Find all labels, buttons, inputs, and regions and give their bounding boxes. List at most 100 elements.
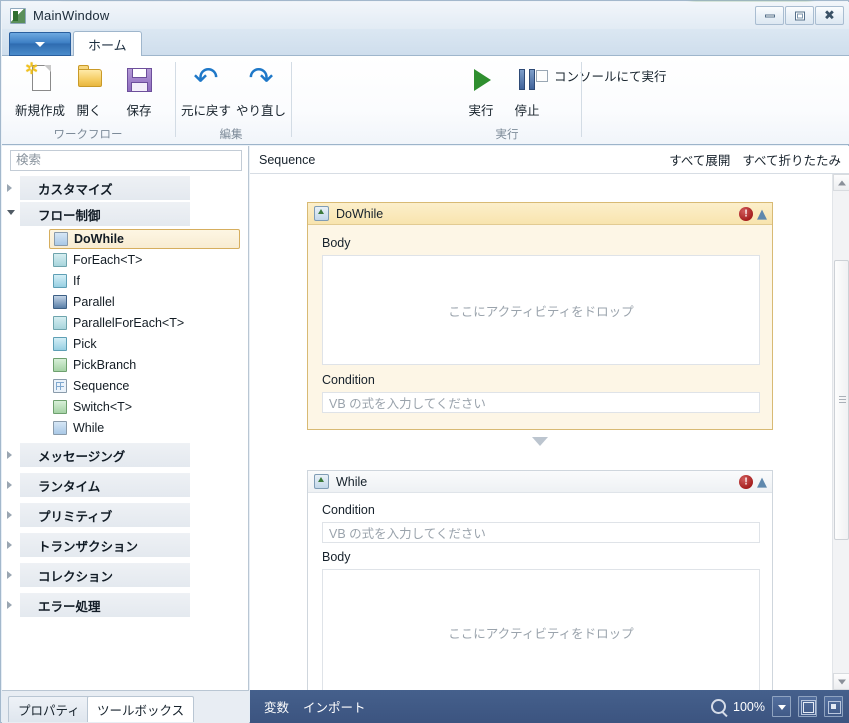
ribbon-group-workflow: ✲ 新規作成 開く 保存 ワークフロー <box>8 56 176 145</box>
tab-home-label: ホーム <box>88 37 127 53</box>
toolbox-category-error-handling[interactable]: エラー処理 <box>7 593 190 617</box>
triangle-down-icon <box>837 679 846 684</box>
activity-dowhile-header[interactable]: DoWhile ▲ <box>308 203 772 225</box>
activity-dowhile-body-dropzone[interactable]: ここにアクティビティをドロップ <box>322 255 760 365</box>
imports-button[interactable]: インポート <box>303 697 366 716</box>
toolbox-item-label: DoWhile <box>74 232 124 246</box>
sequence-icon <box>53 378 67 393</box>
activity-while[interactable]: While ▲ Condition VB の式を入力してください Body <box>307 470 773 690</box>
toolbox-panel: 検索 カスタマイズ フロー制御 DoWhile ForEach<T> If Pa… <box>2 146 249 690</box>
toolbox-category-label: トランザクション <box>38 539 139 554</box>
activity-while-title: While <box>336 474 368 489</box>
toolbox-category-messaging[interactable]: メッセージング <box>7 443 190 467</box>
toolbox-item-parallel[interactable]: Parallel <box>49 291 240 312</box>
activity-while-body-dropzone[interactable]: ここにアクティビティをドロップ <box>322 569 760 690</box>
toolbox-item-parallel-foreach[interactable]: ParallelForEach<T> <box>49 312 240 333</box>
activity-dowhile[interactable]: DoWhile ▲ Body ここにアクティビティをドロップ Condition <box>307 202 773 430</box>
window-title: MainWindow <box>33 8 110 23</box>
toolbox-item-foreach[interactable]: ForEach<T> <box>49 249 240 270</box>
tab-toolbox-label: ツールボックス <box>97 704 185 718</box>
chevron-right-icon <box>7 601 12 609</box>
run-button[interactable]: 実行 <box>458 62 504 124</box>
chevron-up-icon[interactable]: ▲ <box>757 476 767 489</box>
new-button[interactable]: ✲ 新規作成 <box>12 62 68 124</box>
expand-all-link[interactable]: すべて展開 <box>669 150 730 169</box>
tab-toolbox[interactable]: ツールボックス <box>87 696 195 722</box>
chevron-right-icon <box>7 481 12 489</box>
parallel-foreach-icon <box>53 315 67 330</box>
toolbox-category-flow-control[interactable]: フロー制御 <box>7 202 190 226</box>
collapse-all-link[interactable]: すべて折りたたみ <box>742 150 841 169</box>
scroll-down-button[interactable] <box>833 673 849 690</box>
activity-dowhile-condition-input[interactable]: VB の式を入力してください <box>322 392 760 413</box>
toolbox-item-dowhile[interactable]: DoWhile <box>49 229 240 249</box>
redo-button[interactable]: ↶ やり直し <box>232 61 290 124</box>
toolbox-item-label: ParallelForEach<T> <box>73 315 185 330</box>
toolbox-item-pick[interactable]: Pick <box>49 333 240 354</box>
activity-dowhile-body-label: Body <box>322 236 351 250</box>
chevron-right-icon <box>7 571 12 579</box>
open-button[interactable]: 開く <box>66 62 112 124</box>
ribbon-group-workflow-label: ワークフロー <box>53 129 123 141</box>
close-button[interactable]: ✖ <box>815 6 844 25</box>
ribbon-body: ✲ 新規作成 開く 保存 ワークフロー ↶ 元に戻す ↶ やり直し 編集 実行 … <box>2 56 849 145</box>
ribbon-group-edit-label: 編集 <box>219 129 243 141</box>
toolbox-category-collection[interactable]: コレクション <box>7 563 190 587</box>
dropzone-placeholder: ここにアクティビティをドロップ <box>448 627 634 641</box>
toolbox-item-if[interactable]: If <box>49 270 240 291</box>
activity-while-condition-input[interactable]: VB の式を入力してください <box>322 522 760 543</box>
ribbon-group-run: 実行 停止 コンソールにて実行 実行 <box>292 56 692 145</box>
while-icon <box>53 420 67 435</box>
app-menu-button[interactable] <box>9 32 71 56</box>
chevron-down-icon <box>777 704 786 710</box>
sequence-flow-arrow-icon <box>532 437 548 446</box>
scroll-up-button[interactable] <box>833 174 849 191</box>
toolbox-item-label: If <box>73 273 80 288</box>
stop-button-label: 停止 <box>514 104 540 118</box>
toolbox-category-label: ランタイム <box>38 479 101 494</box>
save-button[interactable]: 保存 <box>116 62 162 124</box>
activity-while-header[interactable]: While ▲ <box>308 471 772 493</box>
search-input[interactable]: 検索 <box>10 150 242 171</box>
minimize-button[interactable] <box>755 6 784 25</box>
console-run-checkbox[interactable]: コンソールにて実行 <box>536 66 667 85</box>
toolbox-category-runtime[interactable]: ランタイム <box>7 473 190 497</box>
designer-canvas[interactable]: DoWhile ▲ Body ここにアクティビティをドロップ Condition <box>250 174 832 690</box>
undo-button[interactable]: ↶ 元に戻す <box>178 62 234 124</box>
toolbox-category-transaction[interactable]: トランザクション <box>7 533 190 557</box>
new-file-icon: ✲ <box>23 62 57 97</box>
undo-button-label: 元に戻す <box>180 104 231 118</box>
scrollbar-thumb[interactable] <box>834 260 849 540</box>
actual-size-button[interactable] <box>824 696 843 717</box>
toolbox-item-sequence[interactable]: Sequence <box>49 375 240 396</box>
error-badge[interactable] <box>739 207 753 221</box>
save-button-label: 保存 <box>126 104 152 118</box>
toolbox-category-label: メッセージング <box>38 449 126 464</box>
tab-properties[interactable]: プロパティ <box>8 696 90 722</box>
variables-button[interactable]: 変数 <box>264 697 289 716</box>
window-controls: ✖ <box>754 6 844 25</box>
chevron-up-icon[interactable]: ▲ <box>757 208 767 221</box>
title-bar: MainWindow ✖ <box>2 2 849 29</box>
toolbox-items-flow-control: DoWhile ForEach<T> If Parallel ParallelF… <box>2 229 248 438</box>
toolbox-category-customize[interactable]: カスタマイズ <box>7 176 190 200</box>
fit-to-screen-button[interactable] <box>798 696 817 717</box>
toolbox-category-label: カスタマイズ <box>38 182 113 197</box>
run-button-label: 実行 <box>468 104 494 118</box>
toolbox-item-while[interactable]: While <box>49 417 240 438</box>
error-badge[interactable] <box>739 475 753 489</box>
canvas-vertical-scrollbar[interactable] <box>832 174 849 690</box>
maximize-button[interactable] <box>785 6 814 25</box>
tab-home[interactable]: ホーム <box>73 31 142 56</box>
console-run-checkbox-label: コンソールにて実行 <box>554 70 667 84</box>
zoom-dropdown-button[interactable] <box>772 696 791 717</box>
toolbox-item-label: Pick <box>73 336 97 351</box>
toolbox-item-pickbranch[interactable]: PickBranch <box>49 354 240 375</box>
toolbox-item-switch[interactable]: Switch<T> <box>49 396 240 417</box>
toolbox-category-label: エラー処理 <box>38 599 101 614</box>
breadcrumb[interactable]: Sequence <box>259 153 315 167</box>
checkbox-box <box>536 69 548 82</box>
toolbox-category-primitives[interactable]: プリミティブ <box>7 503 190 527</box>
activity-while-body-label: Body <box>322 550 351 564</box>
chevron-right-icon <box>7 541 12 549</box>
